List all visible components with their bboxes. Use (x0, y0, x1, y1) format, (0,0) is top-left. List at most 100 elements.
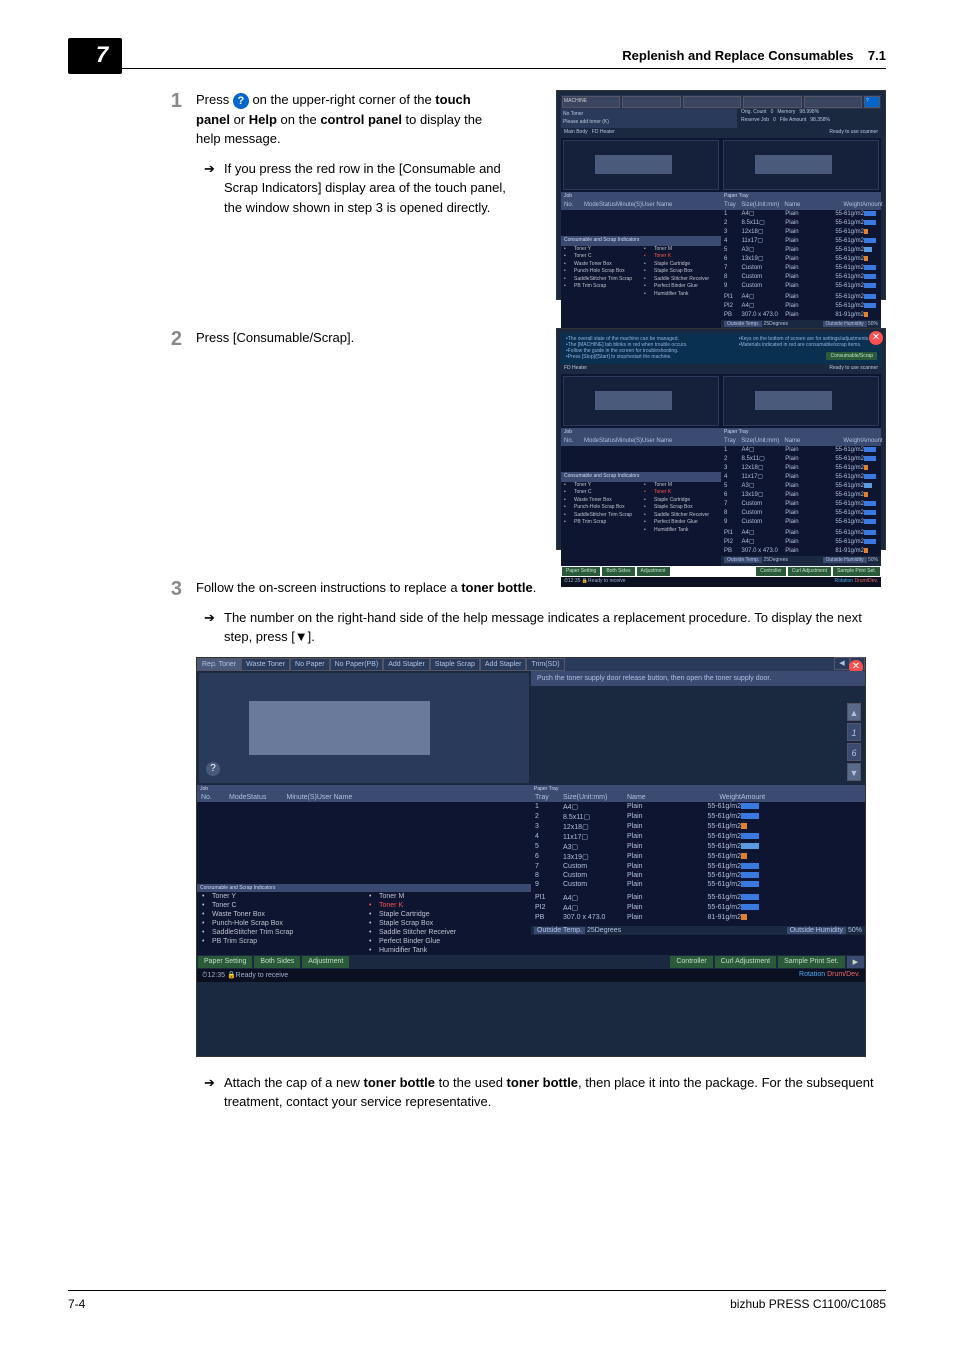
consumable-item[interactable]: •Staple Scrap Box (641, 268, 721, 276)
consumable-tab[interactable]: Trim(SD) (526, 658, 564, 671)
consumable-item[interactable]: •SaddleStitcher Trim Scrap (561, 512, 641, 520)
paper-tray-row: 1A4▢Plain55-61g/m2 (721, 210, 881, 219)
paper-tray-row: PI2A4▢Plain55-61g/m2 (721, 302, 881, 311)
paper-tray-row: 411x17▢Plain55-61g/m2 (721, 237, 881, 246)
screenshot-consumable-screen: ✕ Rep. TonerWaste TonerNo PaperNo Paper(… (196, 657, 866, 1057)
paper-tray-row: 312x18▢Plain55-61g/m2 (721, 228, 881, 237)
consumable-item[interactable]: •Staple Scrap Box (364, 919, 531, 928)
paper-tray-row: 7CustomPlain55-61g/m2 (531, 862, 865, 871)
consumable-tab[interactable]: No Paper(PB) (330, 658, 384, 671)
help-tab-icon[interactable]: ? (864, 96, 880, 108)
paper-tray-row: 28.5x11▢Plain55-61g/m2 (721, 219, 881, 228)
paper-tray-row: PI1A4▢Plain55-61g/m2 (721, 293, 881, 302)
consumable-item[interactable]: •Punch-Hole Scrap Box (561, 504, 641, 512)
consumable-item[interactable]: •Toner Y (197, 892, 364, 901)
consumable-item[interactable]: •Saddle Stitcher Receiver (641, 276, 721, 284)
paper-tray-row: 312x18▢Plain55-61g/m2 (721, 464, 881, 473)
consumable-item[interactable]: •Humidifier Tank (364, 946, 531, 955)
paper-tray-row: 5A3▢Plain55-61g/m2 (721, 482, 881, 491)
paper-tray-row: 9CustomPlain55-61g/m2 (721, 282, 881, 291)
paper-tray-row: 28.5x11▢Plain55-61g/m2 (721, 455, 881, 464)
paper-tray-row: 28.5x11▢Plain55-61g/m2 (531, 812, 865, 822)
consumable-item[interactable]: •Punch-Hole Scrap Box (197, 919, 364, 928)
consumable-tab[interactable]: Rep. Toner (197, 658, 241, 671)
step3-sub2: Attach the cap of a new toner bottle to … (196, 1073, 886, 1112)
header-rule (68, 68, 886, 69)
consumable-item[interactable]: •Staple Scrap Box (641, 504, 721, 512)
consumable-item[interactable]: •Waste Toner Box (197, 910, 364, 919)
consumable-item[interactable]: •Staple Cartridge (641, 261, 721, 269)
paper-tray-row: 1A4▢Plain55-61g/m2 (531, 802, 865, 812)
consumable-item[interactable]: •Toner K (364, 901, 531, 910)
nav-right-button[interactable]: ▶ (847, 956, 864, 968)
consumable-tab[interactable]: Waste Toner (241, 658, 290, 671)
paper-tray-row: 5A3▢Plain55-61g/m2 (721, 246, 881, 255)
consumable-item[interactable]: •Toner M (641, 246, 721, 254)
consumable-item[interactable]: •Perfect Binder Glue (641, 283, 721, 291)
consumable-tab[interactable]: Add Stapler (480, 658, 527, 671)
paper-tray-row: 613x19▢Plain55-61g/m2 (721, 491, 881, 500)
step-indicator-1: 1 (847, 723, 861, 741)
nav-down-button[interactable]: ▼ (847, 763, 861, 781)
consumable-scrap-button[interactable]: Consumable/Scrap (826, 352, 877, 360)
consumable-item[interactable]: •Toner Y (561, 482, 641, 490)
screenshot-machine-screen-1: MACHINE ? No Toner Please add toner (K) … (556, 90, 886, 300)
consumable-item[interactable]: •SaddleStitcher Trim Scrap (197, 928, 364, 937)
ui-tab-machine[interactable]: MACHINE (562, 96, 620, 108)
help-icon: ? (233, 93, 249, 109)
consumable-tab[interactable]: Add Stapler (383, 658, 430, 671)
paper-tray-row: 613x19▢Plain55-61g/m2 (721, 255, 881, 264)
paper-tray-row: 7CustomPlain55-61g/m2 (721, 500, 881, 509)
paper-tray-row: PB307.0 x 473.0Plain81-91g/m2 (721, 547, 881, 556)
consumable-item[interactable]: •Saddle Stitcher Receiver (641, 512, 721, 520)
step-indicator-6: 6 (847, 743, 861, 761)
consumable-item[interactable]: •Staple Cartridge (364, 910, 531, 919)
consumable-item[interactable]: •Toner K (641, 253, 721, 261)
paper-tray-row: PB307.0 x 473.0Plain81-91g/m2 (531, 913, 865, 922)
footer-page-number: 7-4 (68, 1297, 85, 1311)
consumable-item[interactable]: •Humidifier Tank (641, 527, 721, 535)
paper-tray-row: 613x19▢Plain55-61g/m2 (531, 852, 865, 862)
consumable-item[interactable]: •Staple Cartridge (641, 497, 721, 505)
consumable-item[interactable]: •Toner Y (561, 246, 641, 254)
consumable-item[interactable]: •Punch-Hole Scrap Box (561, 268, 641, 276)
consumable-item[interactable]: •Perfect Binder Glue (641, 519, 721, 527)
step3-text: Follow the on-screen instructions to rep… (196, 580, 536, 595)
paper-tray-row: PI2A4▢Plain55-61g/m2 (721, 538, 881, 547)
consumable-item[interactable]: •Humidifier Tank (641, 291, 721, 299)
consumable-tab[interactable]: No Paper (290, 658, 330, 671)
consumable-item[interactable]: •Saddle Stitcher Receiver (364, 928, 531, 937)
step-number-2: 2 (160, 328, 196, 550)
consumable-item[interactable]: •Toner M (641, 482, 721, 490)
consumable-indicators-header[interactable]: Consumable and Scrap Indicators (561, 236, 721, 246)
finisher-diagram (723, 140, 879, 190)
step-number-1: 1 (160, 90, 196, 300)
consumable-item[interactable]: •Toner C (561, 253, 641, 261)
consumable-item[interactable]: •PB Trim Scrap (561, 283, 641, 291)
paper-tray-row: PB307.0 x 473.0Plain81-91g/m2 (721, 311, 881, 320)
consumable-item[interactable]: •PB Trim Scrap (197, 937, 364, 946)
step1-sub-bullet: If you press the red row in the [Consuma… (196, 159, 506, 218)
consumable-item[interactable]: •Waste Toner Box (561, 261, 641, 269)
help-icon[interactable]: ? (206, 762, 220, 776)
consumable-item[interactable]: •Toner M (364, 892, 531, 901)
consumable-item[interactable]: •Toner C (197, 901, 364, 910)
consumable-item[interactable]: •Toner C (561, 489, 641, 497)
page-footer: 7-4 bizhub PRESS C1100/C1085 (68, 1290, 886, 1311)
close-icon[interactable]: ✕ (869, 331, 883, 345)
consumable-item[interactable]: •Toner K (641, 489, 721, 497)
footer-model: bizhub PRESS C1100/C1085 (730, 1297, 886, 1311)
paper-tray-row: 9CustomPlain55-61g/m2 (721, 518, 881, 527)
paper-tray-row: PI1A4▢Plain55-61g/m2 (721, 529, 881, 538)
nav-up-button[interactable]: ▲ (847, 703, 861, 721)
instruction-text: Push the toner supply door release butto… (531, 671, 865, 686)
step-number-3: 3 (160, 578, 196, 647)
machine-diagram (563, 140, 719, 190)
alert-msg: No Toner Please add toner (K) (561, 109, 737, 128)
consumable-item[interactable]: •SaddleStitcher Trim Scrap (561, 276, 641, 284)
nav-prev-button[interactable]: ◀ (834, 657, 849, 670)
consumable-item[interactable]: •Perfect Binder Glue (364, 937, 531, 946)
consumable-item[interactable]: •PB Trim Scrap (561, 519, 641, 527)
consumable-tab[interactable]: Staple Scrap (430, 658, 480, 671)
consumable-item[interactable]: •Waste Toner Box (561, 497, 641, 505)
